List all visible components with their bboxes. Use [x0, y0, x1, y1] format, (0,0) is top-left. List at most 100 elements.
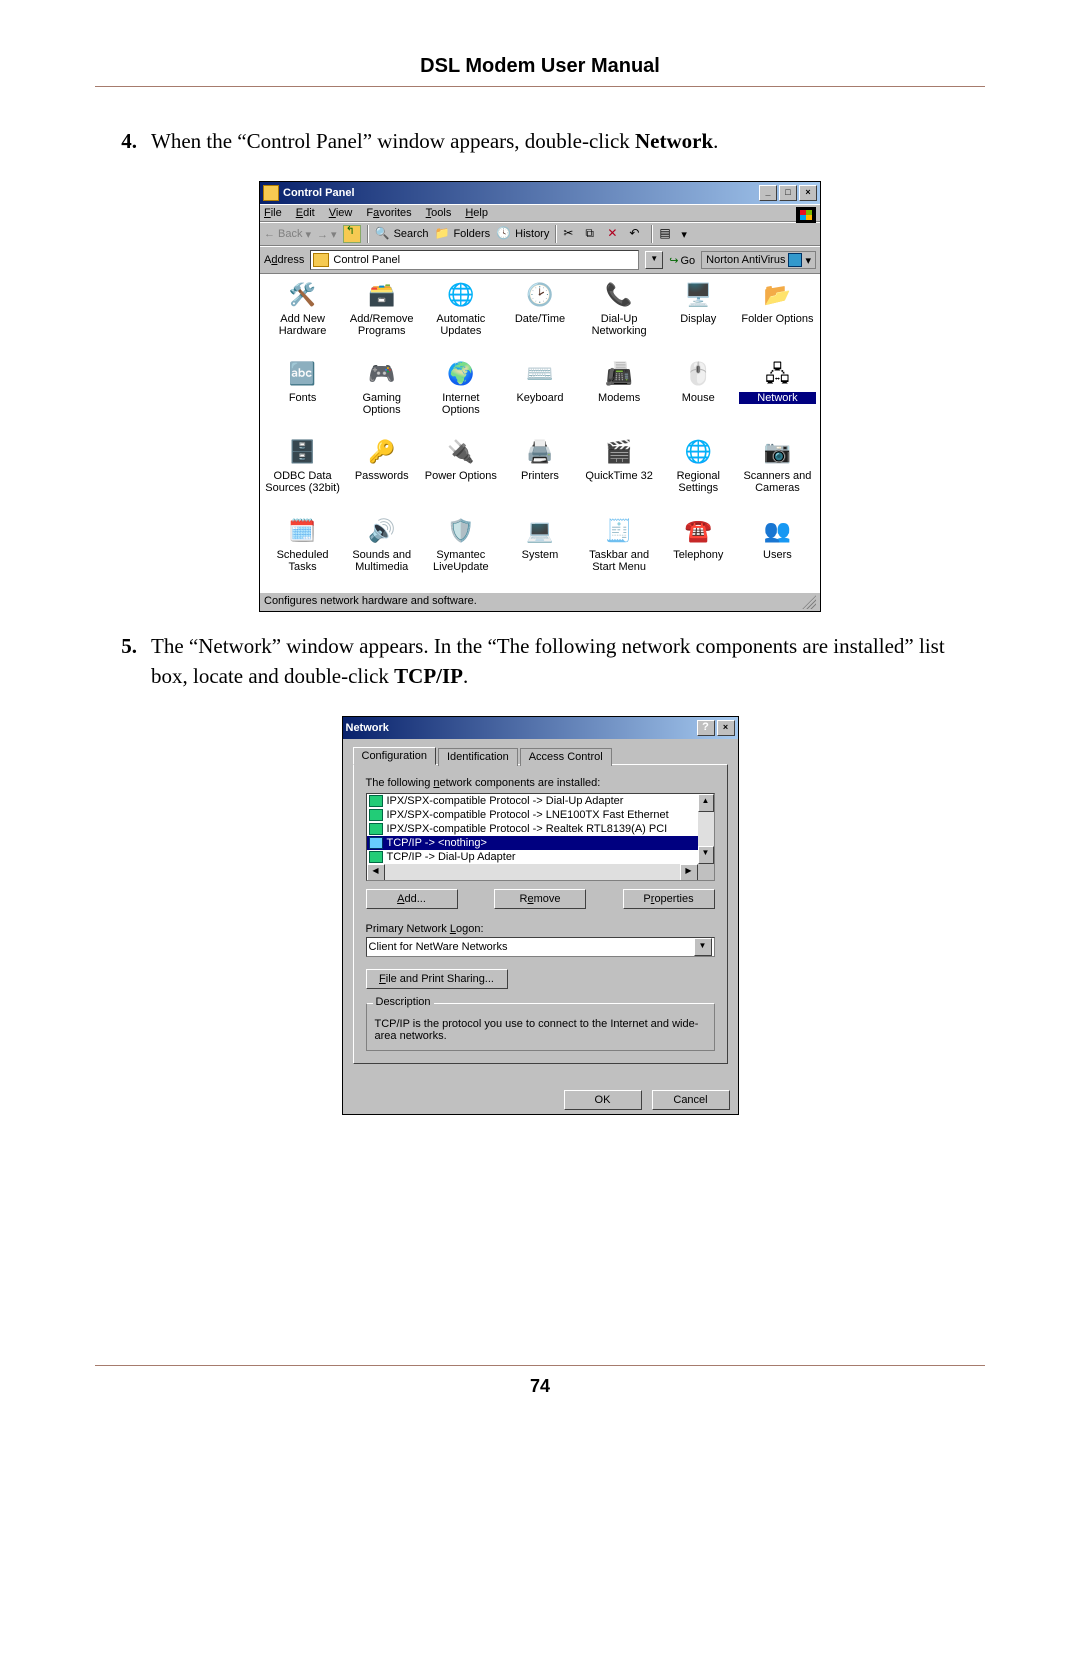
file-print-sharing-button[interactable]: File and Print Sharing... — [366, 969, 508, 989]
horizontal-scrollbar[interactable]: ◀ ▶ — [367, 864, 698, 880]
primary-logon-label: Primary Network Logon: — [366, 923, 715, 935]
primary-logon-combo[interactable]: Client for NetWare Networks ▼ — [366, 937, 715, 957]
menu-edit[interactable]: Edit — [296, 207, 315, 219]
go-button[interactable]: Go — [669, 254, 695, 267]
cp-item-gaming-options[interactable]: 🎮 Gaming Options — [343, 359, 420, 434]
cp-item-icon: 🎮 — [367, 359, 397, 389]
component-row[interactable]: TCP/IP -> Dial-Up Adapter — [367, 850, 698, 864]
cp-item-network[interactable]: 🖧Network — [739, 359, 816, 434]
control-panel-titlebar[interactable]: Control Panel _ □ × — [260, 182, 820, 204]
step-5-text: The “Network” window appears. In the “Th… — [151, 632, 985, 691]
search-button[interactable]: Search — [375, 226, 429, 242]
scroll-down-button[interactable]: ▼ — [698, 846, 714, 864]
cp-item-icon: 🧾 — [604, 516, 634, 546]
cp-item-fonts[interactable]: 🔤Fonts — [264, 359, 341, 434]
cp-item-label: Gaming Options — [343, 392, 420, 416]
forward-button[interactable]: → ▾ — [317, 228, 337, 241]
cp-item-system[interactable]: 💻System — [501, 516, 578, 591]
scroll-left-button[interactable]: ◀ — [367, 864, 385, 881]
component-row[interactable]: TCP/IP -> <nothing> — [367, 836, 698, 850]
component-text: TCP/IP -> Dial-Up Adapter — [387, 851, 516, 863]
tab-identification[interactable]: Identification — [438, 748, 518, 766]
folders-icon — [434, 226, 450, 242]
cp-item-label: Printers — [501, 470, 578, 482]
cp-item-label: Network — [739, 392, 816, 404]
history-icon — [496, 226, 512, 242]
cp-item-taskbar-and-start-menu[interactable]: 🧾 Taskbar and Start Menu — [581, 516, 658, 591]
cp-item-power-options[interactable]: 🔌Power Options — [422, 437, 499, 512]
resize-grip-icon[interactable] — [802, 595, 816, 609]
ok-button[interactable]: OK — [564, 1090, 642, 1110]
cp-item-telephony[interactable]: ☎️Telephony — [660, 516, 737, 591]
cp-item-scanners-and-cameras[interactable]: 📷Scanners and Cameras — [739, 437, 816, 512]
network-close-button[interactable]: × — [717, 720, 735, 736]
cp-item-quicktime-32[interactable]: 🎬QuickTime 32 — [581, 437, 658, 512]
cp-item-users[interactable]: 👥Users — [739, 516, 816, 591]
primary-logon-dropdown-button[interactable]: ▼ — [694, 938, 712, 956]
cp-item-automatic-updates[interactable]: 🌐Automatic Updates — [422, 280, 499, 355]
cp-item-add-new-hardware[interactable]: 🛠️Add New Hardware — [264, 280, 341, 355]
cp-item-icon: 📷 — [762, 437, 792, 467]
component-row[interactable]: IPX/SPX-compatible Protocol -> Realtek R… — [367, 822, 698, 836]
minimize-button[interactable]: _ — [759, 185, 777, 201]
norton-icon — [788, 253, 802, 267]
views-icon[interactable] — [659, 226, 675, 242]
cp-item-date-time[interactable]: 🕑Date/Time — [501, 280, 578, 355]
cp-item-passwords[interactable]: 🔑Passwords — [343, 437, 420, 512]
cp-item-folder-options[interactable]: 📂Folder Options — [739, 280, 816, 355]
menu-file[interactable]: File — [264, 207, 282, 219]
cp-item-modems[interactable]: 📠Modems — [581, 359, 658, 434]
menu-favorites[interactable]: Favorites — [366, 207, 411, 219]
cp-item-label: Taskbar and Start Menu — [581, 549, 658, 573]
vertical-scrollbar[interactable]: ▲ ▼ — [698, 794, 714, 864]
component-row[interactable]: IPX/SPX-compatible Protocol -> Dial-Up A… — [367, 794, 698, 808]
menu-tools[interactable]: Tools — [426, 207, 452, 219]
menu-view[interactable]: View — [329, 207, 353, 219]
undo-icon[interactable] — [629, 226, 645, 242]
cp-item-sounds-and-multimedia[interactable]: 🔊Sounds and Multimedia — [343, 516, 420, 591]
history-button[interactable]: History — [496, 226, 549, 242]
menu-help[interactable]: Help — [465, 207, 488, 219]
delete-icon[interactable] — [607, 226, 623, 242]
cp-item-keyboard[interactable]: ⌨️Keyboard — [501, 359, 578, 434]
address-dropdown-button[interactable]: ▼ — [645, 251, 663, 269]
help-button[interactable]: ? — [697, 720, 715, 736]
cp-item-add-remove-programs[interactable]: 🗃️Add/Remove Programs — [343, 280, 420, 355]
folders-button[interactable]: Folders — [434, 226, 490, 242]
description-text: TCP/IP is the protocol you use to connec… — [375, 1018, 706, 1042]
cp-item-symantec-liveupdate[interactable]: 🛡️Symantec LiveUpdate — [422, 516, 499, 591]
cp-item-regional-settings[interactable]: 🌐Regional Settings — [660, 437, 737, 512]
cp-item-icon: 🔑 — [367, 437, 397, 467]
control-panel-items-area: 🛠️Add New Hardware🗃️Add/Remove Programs🌐… — [260, 274, 820, 592]
add-button[interactable]: Add... — [366, 889, 458, 909]
maximize-button[interactable]: □ — [779, 185, 797, 201]
cp-item-odbc-data-sources-32bit-[interactable]: 🗄️ODBC Data Sources (32bit) — [264, 437, 341, 512]
cp-item-dial-up-networking[interactable]: 📞Dial-Up Networking — [581, 280, 658, 355]
cut-icon[interactable] — [563, 226, 579, 242]
remove-button[interactable]: Remove — [494, 889, 586, 909]
scroll-up-button[interactable]: ▲ — [698, 794, 714, 812]
cp-item-icon: 👥 — [762, 516, 792, 546]
components-button-row: Add... Remove Properties — [366, 889, 715, 909]
cp-item-printers[interactable]: 🖨️Printers — [501, 437, 578, 512]
component-row[interactable]: IPX/SPX-compatible Protocol -> LNE100TX … — [367, 808, 698, 822]
address-combo[interactable]: Control Panel — [310, 250, 639, 270]
cp-item-display[interactable]: 🖥️Display — [660, 280, 737, 355]
properties-button[interactable]: Properties — [623, 889, 715, 909]
cp-item-internet-options[interactable]: 🌍Internet Options — [422, 359, 499, 434]
tab-configuration[interactable]: Configuration — [353, 747, 436, 765]
control-panel-statusbar: Configures network hardware and software… — [260, 592, 820, 611]
up-button[interactable] — [343, 225, 361, 243]
network-titlebar[interactable]: Network ? × — [343, 717, 738, 739]
cp-item-mouse[interactable]: 🖱️Mouse — [660, 359, 737, 434]
scroll-right-button[interactable]: ▶ — [680, 864, 698, 881]
cp-item-scheduled-tasks[interactable]: 🗓️Scheduled Tasks — [264, 516, 341, 591]
cancel-button[interactable]: Cancel — [652, 1090, 730, 1110]
copy-icon[interactable] — [585, 226, 601, 242]
tab-access-control[interactable]: Access Control — [520, 748, 612, 766]
components-listbox[interactable]: IPX/SPX-compatible Protocol -> Dial-Up A… — [366, 793, 715, 881]
norton-antivirus-toolbar[interactable]: Norton AntiVirus ▾ — [701, 251, 816, 269]
back-button[interactable]: ← Back ▾ — [264, 228, 311, 241]
windows-flag-icon — [796, 207, 816, 223]
close-button[interactable]: × — [799, 185, 817, 201]
